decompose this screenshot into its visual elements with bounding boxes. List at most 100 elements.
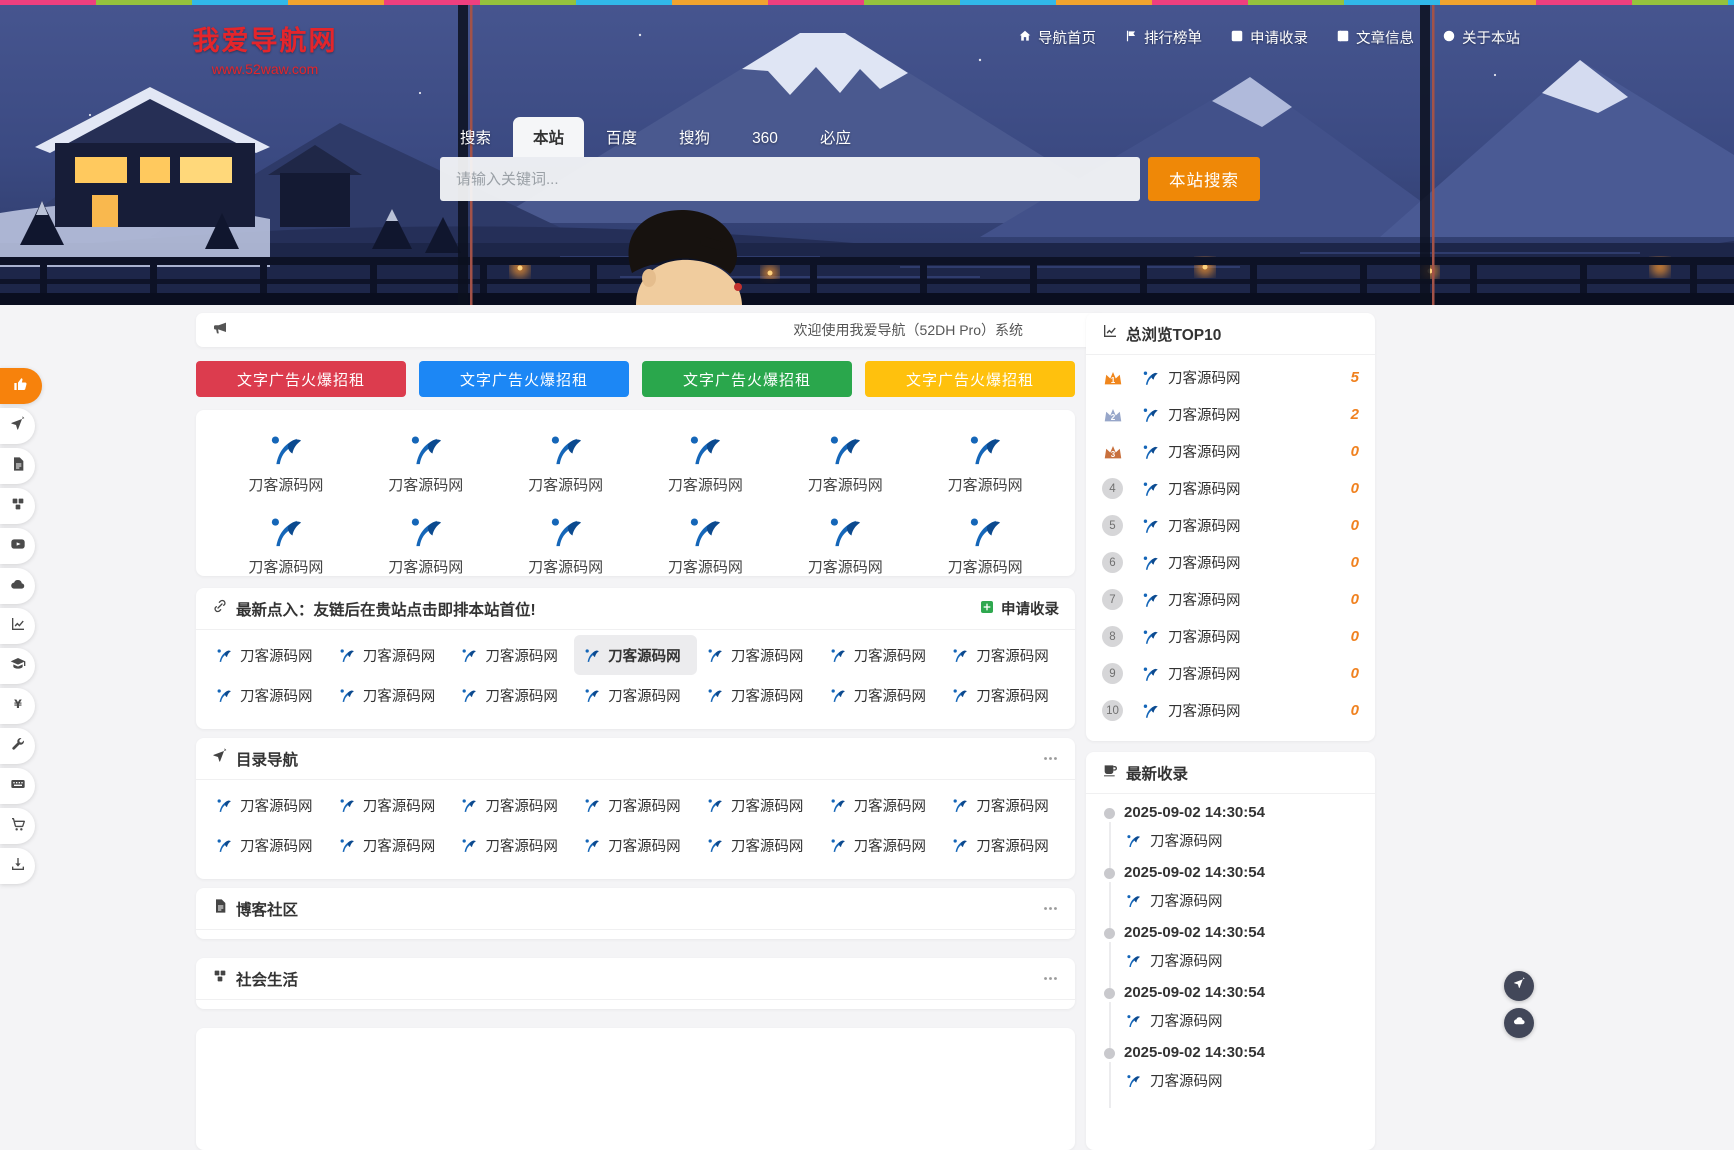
site-link[interactable]: 刀客源码网 (820, 635, 943, 675)
dock-item[interactable] (0, 528, 35, 564)
dock-item[interactable] (0, 768, 35, 804)
site-logo[interactable]: 我爱导航网 www.52waw.com (120, 19, 410, 77)
top-nav-item[interactable]: 排行榜单 (1124, 27, 1202, 48)
site-card[interactable]: 刀客源码网 (496, 505, 636, 581)
site-link[interactable]: 刀客源码网 (697, 675, 820, 715)
site-logo-icon (214, 645, 234, 665)
site-link[interactable]: 刀客源码网 (697, 635, 820, 675)
site-link[interactable]: 刀客源码网 (574, 635, 697, 675)
site-link[interactable]: 刀客源码网 (451, 825, 574, 865)
site-card[interactable]: 刀客源码网 (216, 423, 356, 499)
dock-item[interactable] (0, 648, 35, 684)
top10-row[interactable]: 3 3 刀客源码网 0 (1086, 433, 1375, 470)
site-link[interactable]: 刀客源码网 (206, 825, 329, 865)
search-tab[interactable]: 百度 (586, 117, 657, 157)
entry-site-link[interactable]: 刀客源码网 (1124, 830, 1359, 851)
text-ad-banner[interactable]: 文字广告火爆招租 (196, 361, 406, 397)
entry-site-link[interactable]: 刀客源码网 (1124, 890, 1359, 911)
ellipsis-icon[interactable] (1042, 900, 1059, 917)
site-link[interactable]: 刀客源码网 (942, 675, 1065, 715)
dock-item[interactable] (0, 368, 42, 404)
site-link[interactable]: 刀客源码网 (206, 675, 329, 715)
entry-site-link[interactable]: 刀客源码网 (1124, 1070, 1359, 1091)
top-nav-item[interactable]: 关于本站 (1442, 27, 1520, 48)
site-card[interactable]: 刀客源码网 (775, 423, 915, 499)
paper-plane-icon (10, 416, 26, 437)
text-ad-banner[interactable]: 文字广告火爆招租 (419, 361, 629, 397)
dock-item[interactable] (0, 568, 35, 604)
site-link[interactable]: 刀客源码网 (451, 675, 574, 715)
site-card[interactable]: 刀客源码网 (915, 423, 1055, 499)
site-link[interactable]: 刀客源码网 (574, 825, 697, 865)
site-card[interactable]: 刀客源码网 (635, 505, 775, 581)
dock-item[interactable]: ¥ (0, 688, 35, 724)
search-tab[interactable]: 搜索 (440, 117, 511, 157)
dock-item[interactable] (0, 608, 35, 644)
top10-row[interactable]: 5 5 刀客源码网 0 (1086, 507, 1375, 544)
site-link[interactable]: 刀客源码网 (329, 785, 452, 825)
site-link[interactable]: 刀客源码网 (697, 785, 820, 825)
site-link[interactable]: 刀客源码网 (329, 825, 452, 865)
site-card[interactable]: 刀客源码网 (775, 505, 915, 581)
top10-row[interactable]: 8 8 刀客源码网 0 (1086, 618, 1375, 655)
site-card[interactable]: 刀客源码网 (915, 505, 1055, 581)
entry-site-link[interactable]: 刀客源码网 (1124, 1010, 1359, 1031)
top-nav-item[interactable]: 申请收录 (1230, 27, 1308, 48)
ellipsis-icon[interactable] (1042, 970, 1059, 987)
search-tab[interactable]: 360 (732, 121, 798, 157)
top10-row[interactable]: 7 7 刀客源码网 0 (1086, 581, 1375, 618)
site-link[interactable]: 刀客源码网 (697, 825, 820, 865)
thumbs-up-icon (13, 376, 29, 397)
ellipsis-icon[interactable] (1042, 750, 1059, 767)
top10-row[interactable]: 1 1 刀客源码网 5 (1086, 359, 1375, 396)
top10-row[interactable]: 9 9 刀客源码网 0 (1086, 655, 1375, 692)
site-name: 刀客源码网 (808, 556, 883, 577)
dock-item[interactable] (0, 488, 35, 524)
site-link[interactable]: 刀客源码网 (451, 635, 574, 675)
site-link[interactable]: 刀客源码网 (942, 825, 1065, 865)
top10-row[interactable]: 6 6 刀客源码网 0 (1086, 544, 1375, 581)
site-card[interactable]: 刀客源码网 (216, 505, 356, 581)
site-link[interactable]: 刀客源码网 (206, 785, 329, 825)
site-card[interactable]: 刀客源码网 (496, 423, 636, 499)
site-card[interactable]: 刀客源码网 (356, 423, 496, 499)
entry-site-link[interactable]: 刀客源码网 (1124, 950, 1359, 971)
top10-row[interactable]: 4 4 刀客源码网 0 (1086, 470, 1375, 507)
dock-item[interactable] (0, 408, 35, 444)
site-link[interactable]: 刀客源码网 (942, 635, 1065, 675)
site-card[interactable]: 刀客源码网 (356, 505, 496, 581)
timeline-entry: 2025-09-02 14:30:54 刀客源码网 (1104, 864, 1359, 924)
site-link[interactable]: 刀客源码网 (574, 675, 697, 715)
site-link[interactable]: 刀客源码网 (451, 785, 574, 825)
top-nav-item[interactable]: 导航首页 (1018, 27, 1096, 48)
site-link[interactable]: 刀客源码网 (942, 785, 1065, 825)
site-link[interactable]: 刀客源码网 (820, 825, 943, 865)
site-link[interactable]: 刀客源码网 (329, 675, 452, 715)
site-name: 刀客源码网 (528, 474, 603, 495)
site-card[interactable]: 刀客源码网 (635, 423, 775, 499)
dock-item[interactable] (0, 728, 35, 764)
dock-item[interactable] (0, 448, 35, 484)
dock-item[interactable] (0, 848, 35, 884)
site-link[interactable]: 刀客源码网 (329, 635, 452, 675)
top10-row[interactable]: 10 10 刀客源码网 0 (1086, 692, 1375, 729)
dock-item[interactable] (0, 808, 35, 844)
search-tab[interactable]: 本站 (513, 117, 584, 157)
video-icon (10, 536, 26, 557)
site-link[interactable]: 刀客源码网 (574, 785, 697, 825)
search-button[interactable]: 本站搜索 (1148, 157, 1260, 201)
text-ad-banner[interactable]: 文字广告火爆招租 (865, 361, 1075, 397)
site-link[interactable]: 刀客源码网 (820, 785, 943, 825)
apply-inclusion-button[interactable]: 申请收录 (979, 598, 1059, 619)
site-link[interactable]: 刀客源码网 (820, 675, 943, 715)
search-tab[interactable]: 搜狗 (659, 117, 730, 157)
top-nav-item[interactable]: 文章信息 (1336, 27, 1414, 48)
floating-action-button[interactable] (1504, 1008, 1534, 1038)
floating-action-button[interactable] (1504, 971, 1534, 1001)
file-icon (10, 456, 26, 477)
search-input[interactable] (440, 157, 1140, 201)
top10-row[interactable]: 2 2 刀客源码网 2 (1086, 396, 1375, 433)
site-link[interactable]: 刀客源码网 (206, 635, 329, 675)
search-tab[interactable]: 必应 (800, 117, 871, 157)
text-ad-banner[interactable]: 文字广告火爆招租 (642, 361, 852, 397)
